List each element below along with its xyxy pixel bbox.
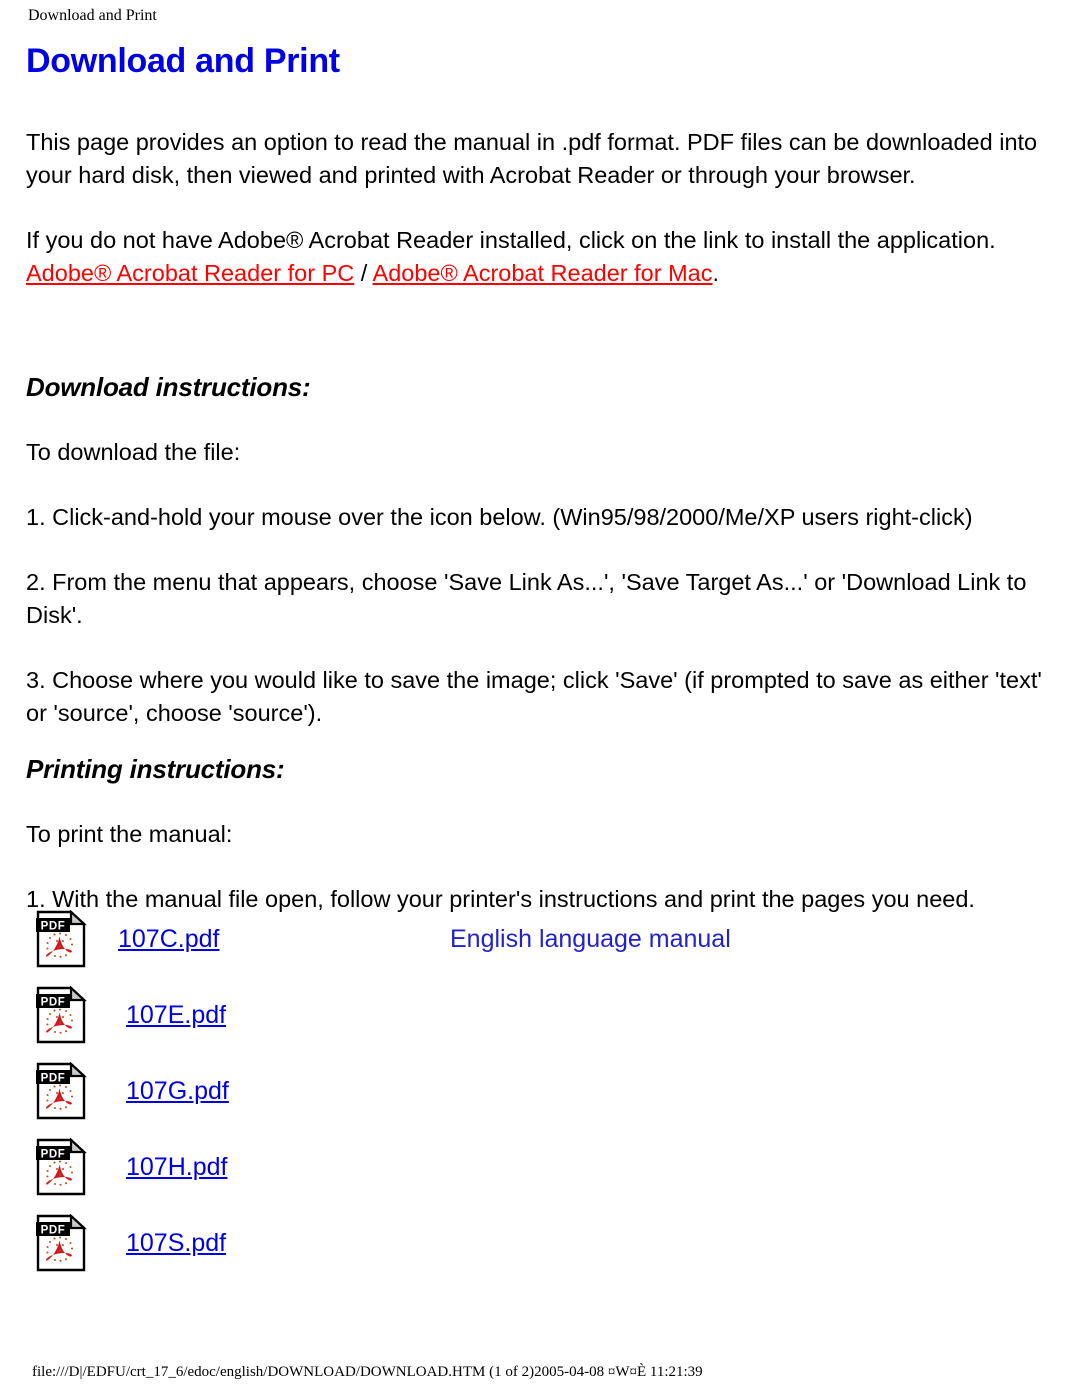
pdf-file-link[interactable]: 107E.pdf — [126, 1001, 226, 1029]
pdf-link-container: 107E.pdf — [126, 1000, 226, 1030]
footer-path: file:///D|/EDFU/crt_17_6/edoc/english/DO… — [32, 1364, 703, 1380]
download-step-3: 3. Choose where you would like to save t… — [26, 667, 1042, 726]
pdf-row: PDF 107G.pdf — [0, 1052, 1080, 1128]
acrobat-paragraph: If you do not have Adobe® Acrobat Reader… — [26, 224, 1046, 290]
pdf-file-link[interactable]: 107S.pdf — [126, 1229, 226, 1257]
adobe-reader-mac-link[interactable]: Adobe® Acrobat Reader for Mac — [373, 260, 713, 286]
svg-text:PDF: PDF — [41, 1072, 66, 1084]
acrobat-paragraph-text: If you do not have Adobe® Acrobat Reader… — [26, 227, 996, 253]
printing-instructions-heading: Printing instructions: — [26, 754, 285, 784]
svg-text:PDF: PDF — [41, 996, 66, 1008]
pdf-file-icon[interactable]: PDF — [35, 1138, 87, 1196]
pdf-file-icon[interactable]: PDF — [35, 1062, 87, 1120]
pdf-row: PDF 107E.pdf — [0, 976, 1080, 1052]
main-content: Download and Print This page provides an… — [26, 40, 1046, 916]
download-step-2: 2. From the menu that appears, choose 'S… — [26, 569, 1027, 628]
printing-lead-text: To print the manual: — [26, 821, 233, 847]
intro-paragraph: This page provides an option to read the… — [26, 129, 1038, 188]
svg-text:PDF: PDF — [41, 1224, 66, 1236]
pdf-link-container: 107G.pdf — [126, 1076, 229, 1106]
running-header: Download and Print — [28, 7, 157, 24]
pdf-row: PDF 107S.pdf — [0, 1204, 1080, 1280]
adobe-reader-pc-link[interactable]: Adobe® Acrobat Reader for PC — [26, 260, 354, 286]
download-lead-text: To download the file: — [26, 439, 241, 465]
pdf-file-link[interactable]: 107C.pdf — [118, 925, 219, 953]
download-step-1: 1. Click-and-hold your mouse over the ic… — [26, 504, 973, 530]
pdf-link-container: 107H.pdf — [126, 1152, 227, 1182]
pdf-file-icon[interactable]: PDF — [35, 1214, 87, 1272]
download-instructions-heading: Download instructions: — [26, 372, 311, 402]
svg-text:PDF: PDF — [41, 920, 66, 932]
pdf-link-container: 107C.pdf — [118, 924, 219, 954]
page-title: Download and Print — [26, 42, 340, 80]
pdf-link-container: 107S.pdf — [126, 1228, 226, 1258]
pdf-row: PDF 107C.pdf English language manual — [0, 900, 1080, 976]
pdf-row: PDF 107H.pdf — [0, 1128, 1080, 1204]
page-root: Download and Print Download and Print Th… — [0, 0, 1080, 1397]
pdf-file-icon[interactable]: PDF — [35, 986, 87, 1044]
link-separator: / — [354, 260, 373, 286]
pdf-file-icon[interactable]: PDF — [35, 910, 87, 968]
pdf-download-list: PDF 107C.pdf English language manual PDF 10… — [0, 900, 1080, 1280]
pdf-file-link[interactable]: 107H.pdf — [126, 1153, 227, 1181]
pdf-file-description: English language manual — [450, 925, 731, 953]
svg-text:PDF: PDF — [41, 1148, 66, 1160]
pdf-file-link[interactable]: 107G.pdf — [126, 1077, 229, 1105]
link-trailing-period: . — [712, 260, 720, 286]
